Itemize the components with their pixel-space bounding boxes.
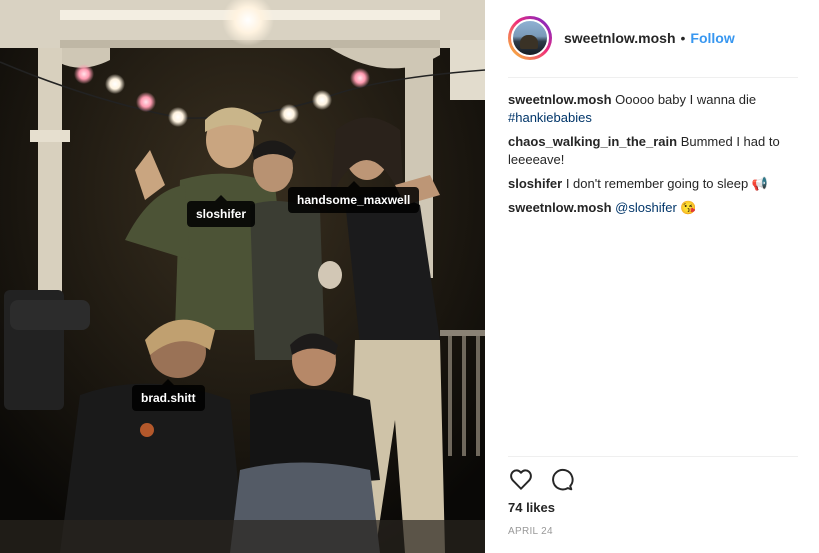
comment-text: Ooooo baby I wanna die (615, 92, 757, 107)
comment-text: I don't remember going to sleep (565, 176, 749, 191)
party-photo-illustration (0, 0, 485, 553)
kiss-face-emoji-icon: 😘 (680, 200, 697, 215)
user-tag-sloshifer[interactable]: sloshifer (187, 195, 256, 227)
avatar-image (511, 19, 549, 57)
post-sidebar: sweetnlow.mosh • Follow sweetnlow.mosh O… (485, 0, 819, 553)
likes-count[interactable]: 74 likes (508, 500, 555, 515)
follow-button[interactable]: Follow (690, 30, 734, 46)
hashtag-link[interactable]: #hankiebabies (508, 110, 592, 125)
megaphone-emoji-icon: 📢 (751, 176, 769, 191)
mention-link[interactable]: @sloshifer (615, 200, 677, 215)
comment-username[interactable]: sweetnlow.mosh (508, 92, 612, 107)
user-tag-brad-shitt[interactable]: brad.shitt (132, 379, 205, 411)
comment-bubble-icon[interactable] (548, 466, 574, 492)
comment-username[interactable]: sweetnlow.mosh (508, 200, 612, 215)
header-divider (508, 77, 798, 78)
comment-username[interactable]: sloshifer (508, 176, 562, 191)
action-bar (508, 465, 588, 493)
comments-list: sweetnlow.mosh Ooooo baby I wanna die #h… (508, 91, 798, 223)
comment: sloshifer I don't remember going to slee… (508, 175, 798, 193)
post-photo[interactable]: sloshifer handsome_maxwell brad.shitt (0, 0, 485, 553)
comment-username[interactable]: chaos_walking_in_the_rain (508, 134, 677, 149)
separator-dot: • (680, 30, 686, 46)
user-tag-handsome-maxwell[interactable]: handsome_maxwell (288, 181, 420, 213)
comment: sweetnlow.mosh @sloshifer 😘 (508, 199, 798, 217)
comment-caption: sweetnlow.mosh Ooooo baby I wanna die #h… (508, 91, 798, 127)
avatar[interactable] (508, 16, 552, 60)
actions-divider (508, 456, 798, 457)
post-date[interactable]: APRIL 24 (508, 526, 553, 537)
post-header: sweetnlow.mosh • Follow (508, 14, 794, 62)
comment: chaos_walking_in_the_rain Bummed I had t… (508, 133, 798, 169)
author-username[interactable]: sweetnlow.mosh (564, 30, 676, 46)
heart-icon[interactable] (508, 466, 534, 492)
